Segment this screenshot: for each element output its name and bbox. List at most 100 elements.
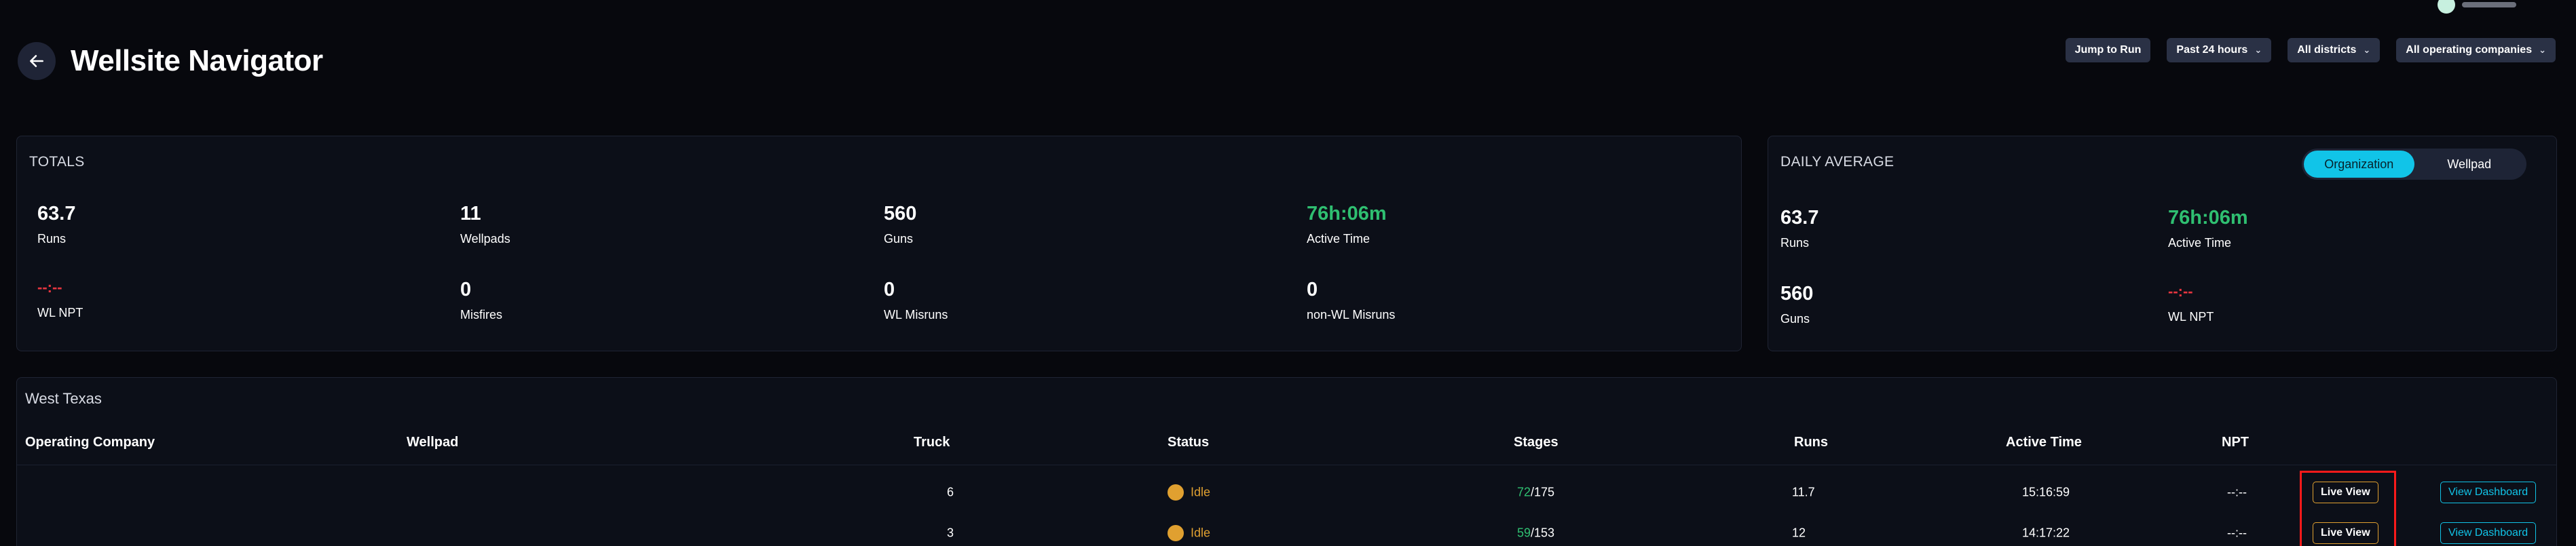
daily-stat-active-time: 76h:06m Active Time <box>2168 208 2248 250</box>
cell-truck: 6 <box>947 485 954 499</box>
stat-value: 0 <box>1307 279 1318 300</box>
col-stages: Stages <box>1514 435 1558 450</box>
district-select[interactable]: All districts ⌄ <box>2288 38 2381 62</box>
daily-average-panel: DAILY AVERAGE Organization Wellpad 63.7 … <box>1768 136 2557 351</box>
cell-npt: --:-- <box>2227 526 2247 540</box>
stat-label: Active Time <box>1307 232 1370 246</box>
cell-stages: 59/153 <box>1517 526 1554 541</box>
cell-status: Idle <box>1168 525 1210 541</box>
col-truck: Truck <box>914 435 950 450</box>
daily-stat-guns: 560 Guns <box>1780 284 1813 326</box>
stat-label: Misfires <box>460 308 502 321</box>
stat-value: 0 <box>460 279 472 300</box>
stages-total: /153 <box>1531 526 1555 540</box>
back-button[interactable] <box>18 42 56 80</box>
stat-label: WL NPT <box>37 306 83 319</box>
stat-value: 560 <box>1780 283 1814 305</box>
stat-value: 11 <box>460 203 481 225</box>
stat-value: 76h:06m <box>1307 203 1387 225</box>
stat-active-time: 76h:06m Active Time <box>1307 204 1387 246</box>
chevron-down-icon: ⌄ <box>2539 45 2546 55</box>
totals-panel: TOTALS 63.7 Runs 11 Wellpads 560 Guns 76… <box>16 136 1742 351</box>
stat-runs: 63.7 Runs <box>37 204 75 246</box>
company-select[interactable]: All operating companies ⌄ <box>2396 38 2556 62</box>
view-dashboard-label: View Dashboard <box>2440 482 2537 503</box>
stat-value: 63.7 <box>1780 207 1819 229</box>
stat-wl-misruns: 0 WL Misruns <box>884 280 948 322</box>
jump-to-run-button[interactable]: Jump to Run <box>2065 38 2151 62</box>
table-row: 3 Idle 59/153 12 14:17:22 --:-- Live Vie… <box>17 513 2556 546</box>
stat-misfires: 0 Misfires <box>460 280 502 322</box>
stat-value: --:-- <box>2168 283 2193 300</box>
table-row: 6 Idle 72/175 11.7 15:16:59 --:-- Live V… <box>17 473 2556 512</box>
page-header: Wellsite Navigator <box>18 42 323 80</box>
avatar <box>2438 0 2455 14</box>
stat-value: 63.7 <box>37 203 76 225</box>
view-dashboard-label: View Dashboard <box>2440 522 2537 544</box>
company-label: All operating companies <box>2406 44 2533 56</box>
col-status: Status <box>1168 435 1210 450</box>
cell-runs: 11.7 <box>1792 485 1815 499</box>
stat-label: WL NPT <box>2168 310 2214 324</box>
daily-stat-wl-npt: --:-- WL NPT <box>2168 284 2214 324</box>
time-range-select[interactable]: Past 24 hours ⌄ <box>2167 38 2272 62</box>
stat-value: 0 <box>884 279 895 300</box>
daily-average-title: DAILY AVERAGE <box>1780 154 1894 170</box>
stat-label: Guns <box>884 232 914 246</box>
col-runs: Runs <box>1794 435 1828 450</box>
live-view-highlight-box <box>2300 471 2396 546</box>
stat-guns: 560 Guns <box>884 204 916 246</box>
cell-status: Idle <box>1168 484 1210 501</box>
cell-runs: 12 <box>1792 526 1806 540</box>
stat-label: non-WL Misruns <box>1307 308 1396 321</box>
stat-wl-npt: --:-- WL NPT <box>37 280 83 320</box>
stat-non-wl-misruns: 0 non-WL Misruns <box>1307 280 1395 322</box>
cell-active-time: 15:16:59 <box>2022 485 2070 499</box>
stat-label: Runs <box>1780 236 1810 250</box>
district-label: All districts <box>2297 44 2357 56</box>
stat-value: 560 <box>884 203 917 225</box>
stat-label: Active Time <box>2168 236 2232 250</box>
view-dashboard-button[interactable]: View Dashboard <box>2440 522 2537 544</box>
cell-active-time: 14:17:22 <box>2022 526 2070 540</box>
status-label: Idle <box>1191 526 1211 540</box>
view-dashboard-button[interactable]: View Dashboard <box>2440 482 2537 503</box>
daily-stat-runs: 63.7 Runs <box>1780 208 1818 250</box>
scope-toggle: Organization Wellpad <box>2302 149 2526 180</box>
idle-status-icon <box>1168 525 1184 541</box>
cell-stages: 72/175 <box>1517 486 1554 500</box>
stat-label: Guns <box>1780 312 1810 326</box>
stat-label: Wellpads <box>460 232 510 246</box>
jump-to-run-label: Jump to Run <box>2074 44 2142 56</box>
col-active-time: Active Time <box>2006 435 2082 450</box>
filter-bar: Jump to Run Past 24 hours ⌄ All district… <box>2065 38 2556 62</box>
district-name: West Texas <box>25 390 102 407</box>
stat-value: 76h:06m <box>2168 207 2248 229</box>
toggle-organization[interactable]: Organization <box>2304 151 2414 178</box>
stages-done: 59 <box>1517 526 1531 540</box>
user-name-cut <box>2462 2 2516 7</box>
totals-title: TOTALS <box>29 154 85 170</box>
user-menu[interactable] <box>2438 0 2516 14</box>
idle-status-icon <box>1168 484 1184 501</box>
chevron-down-icon: ⌄ <box>2363 45 2371 55</box>
toggle-wellpad[interactable]: Wellpad <box>2414 151 2525 178</box>
stat-label: WL Misruns <box>884 308 948 321</box>
arrow-left-icon <box>30 55 43 67</box>
col-npt: NPT <box>2222 435 2249 450</box>
district-table: West Texas Operating Company Wellpad Tru… <box>16 377 2557 546</box>
col-wellpad: Wellpad <box>407 435 459 450</box>
page-title: Wellsite Navigator <box>71 44 323 77</box>
stages-total: /175 <box>1531 485 1555 499</box>
stages-done: 72 <box>1517 485 1531 499</box>
time-range-label: Past 24 hours <box>2176 44 2248 56</box>
stat-value: --:-- <box>37 279 62 296</box>
stat-wellpads: 11 Wellpads <box>460 204 510 246</box>
chevron-down-icon: ⌄ <box>2254 45 2262 55</box>
col-operating-company: Operating Company <box>25 435 155 450</box>
cell-npt: --:-- <box>2227 485 2247 499</box>
stat-label: Runs <box>37 232 67 246</box>
cell-truck: 3 <box>947 526 954 540</box>
status-label: Idle <box>1191 485 1211 499</box>
table-header: Operating Company Wellpad Truck Status S… <box>17 435 2556 456</box>
